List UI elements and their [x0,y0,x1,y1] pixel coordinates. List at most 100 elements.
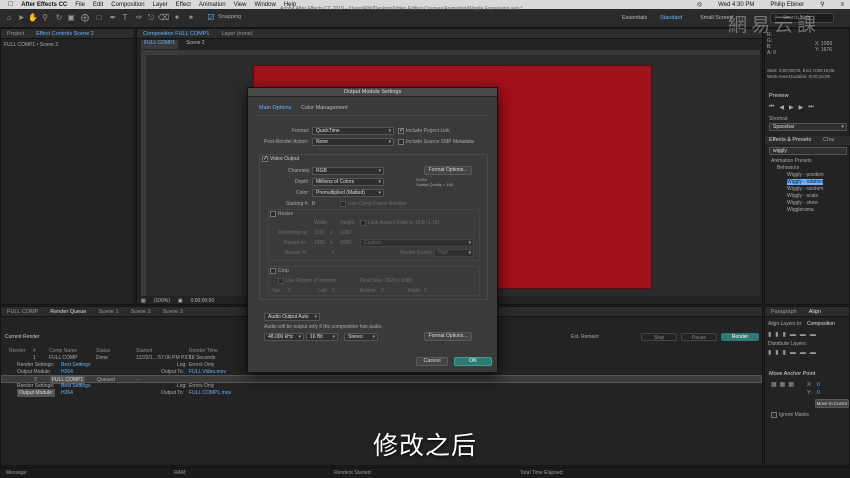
use-comp-frame-checkbox[interactable] [340,201,346,207]
resize-checkbox[interactable] [270,211,276,217]
effects-presets-title[interactable]: Effects & Presets [769,137,811,143]
ignore-masks-checkbox[interactable] [771,412,777,418]
type-tool-icon[interactable]: T [120,13,130,23]
menu-app[interactable]: After Effects CC [21,2,67,8]
menu-window[interactable]: Window [254,2,275,8]
selection-tool-icon[interactable]: ➤ [16,13,26,23]
rotate-tool-icon[interactable]: ↻ [54,13,64,23]
snapping-checkbox-icon[interactable]: ☑ [206,13,216,23]
menu-layer[interactable]: Layer [153,2,168,8]
tab-main-options[interactable]: Main Options [259,105,291,111]
hand-tool-icon[interactable]: ✋ [28,13,38,23]
anchor-y-value[interactable]: 0 [817,390,820,396]
menu-list-icon[interactable]: ≡ [840,2,844,8]
align-icons[interactable]: ▮▮▮▬▬▬ [768,331,820,338]
preset-folder-behaviors[interactable]: Behaviors [777,165,799,171]
tab-render-queue[interactable]: Render Queue [44,309,92,315]
preset-item[interactable]: Wiggly - position [787,172,824,178]
tab-scene3[interactable]: Scene 3 [157,309,189,315]
preset-item[interactable]: Wiggly - random [787,186,823,192]
zoom-tool-icon[interactable]: ⚲ [40,13,50,23]
prev-frame-icon[interactable]: ◀ [779,104,784,111]
preset-item[interactable]: Wiggly - skew [787,200,818,206]
user-name[interactable]: Philip Ebiner [770,2,804,8]
lock-aspect-checkbox[interactable] [360,220,366,226]
camera-tool-icon[interactable]: ▣ [66,13,76,23]
preset-item[interactable]: Wigglerama [787,207,814,213]
audio-format-options-button[interactable]: Format Options... [424,332,472,341]
menu-animation[interactable]: Animation [199,2,226,8]
format-select[interactable]: QuickTime ▾ [312,127,394,135]
menu-view[interactable]: View [234,2,247,8]
preset-item[interactable]: Wiggly - scale [787,193,818,199]
workspace-essentials[interactable]: Essentials [622,15,647,21]
tab-align[interactable]: Align [803,309,827,315]
shape-tool-icon[interactable]: □ [94,13,104,23]
clone-tool-icon[interactable]: ⎋ [146,13,156,23]
video-format-options-button[interactable]: Format Options... [424,166,472,175]
anchor-x-value[interactable]: 0 [817,382,820,388]
apple-icon[interactable]:  [8,1,13,8]
video-output-checkbox[interactable]: ✓ [262,156,268,162]
tab-effect-controls[interactable]: Effect Controls Scene 2 [30,31,100,37]
tab-scene2[interactable]: Scene 2 [125,309,157,315]
roto-brush-icon[interactable]: ✦ [172,13,182,23]
tab-paragraph[interactable]: Paragraph [765,309,803,315]
character-tab[interactable]: Char [823,137,835,143]
pan-behind-tool-icon[interactable]: ⨁ [80,13,90,23]
camera-snapshot-icon[interactable]: ▣ [178,298,183,304]
subtab-scene2[interactable]: Scene 2 [186,40,204,49]
resize-quality-select[interactable]: High ▾ [434,249,474,257]
ok-button[interactable]: OK [454,357,492,366]
crop-left-value[interactable]: 0 [332,288,335,294]
workspace-standard[interactable]: Standard [660,15,682,21]
puppet-tool-icon[interactable]: ✶ [186,13,196,23]
use-roi-checkbox[interactable] [278,278,284,284]
pause-button[interactable]: Pause [681,333,717,341]
tab-scene1[interactable]: Scene 1 [92,309,124,315]
menu-composition[interactable]: Composition [111,2,144,8]
effects-search-input[interactable]: wiggly [769,147,847,155]
menu-edit[interactable]: Edit [93,2,103,8]
depth-select[interactable]: Millions of Colors ▾ [312,178,384,186]
preset-folder-animation[interactable]: Animation Presets [771,158,812,164]
move-to-cursor-button[interactable]: Move to Cursor [815,399,849,408]
starting-value[interactable]: 0 [312,201,315,207]
crop-top-value[interactable]: 0 [288,288,291,294]
channels-audio-select[interactable]: Stereo ▾ [344,333,378,341]
subtab-full-comp1[interactable]: FULL COMP1 [141,40,179,49]
color-select[interactable]: Premultiplied (Matted) ▾ [312,189,384,197]
eraser-tool-icon[interactable]: ⌫ [158,13,169,23]
stop-button[interactable]: Stop [641,333,677,341]
include-project-link-checkbox[interactable]: ✓ [398,128,404,134]
next-frame-icon[interactable]: ▶ [799,104,804,111]
tab-project[interactable]: Project [1,31,30,37]
menu-effect[interactable]: Effect [176,2,191,8]
current-time[interactable]: 0;00;00;00 [191,298,215,304]
pen-tool-icon[interactable]: ✒ [108,13,118,23]
resize-width[interactable]: 1920 [314,240,325,246]
resize-preset-select[interactable]: Custom ▾ [360,239,474,247]
crop-bottom-value[interactable]: 0 [381,288,384,294]
crop-checkbox[interactable] [270,268,276,274]
zoom-select[interactable]: (100%) [154,298,170,304]
channels-select[interactable]: RGB ▾ [312,167,384,175]
first-frame-icon[interactable]: ⏮ [769,104,774,111]
cancel-button[interactable]: Cancel [416,357,448,366]
tab-color-management[interactable]: Color Management [301,105,348,111]
include-xmp-checkbox[interactable] [398,139,404,145]
bit-depth-select[interactable]: 16 Bit ▾ [306,333,338,341]
audio-output-select[interactable]: Audio Output Auto ▾ [264,313,320,321]
tab-full-comp[interactable]: FULL COMP [1,309,44,315]
menu-file[interactable]: File [75,2,85,8]
anchor-grid-icon[interactable]: ▦▦▦ [771,381,797,388]
tab-layer[interactable]: Layer (none) [215,31,258,37]
preset-item-selected[interactable]: Wiggly - rotation [787,179,824,185]
align-target-select[interactable]: Composition [807,321,835,327]
play-icon[interactable]: ▶ [789,104,794,111]
table-row[interactable]: Output Module: H264 Output To: FULL COMP… [1,389,762,397]
shortcut-select[interactable]: Spacebar ▾ [769,123,847,131]
post-render-select[interactable]: None ▾ [312,138,394,146]
grid-icon[interactable]: ▦ [141,298,146,304]
last-frame-icon[interactable]: ⏭ [808,104,813,111]
